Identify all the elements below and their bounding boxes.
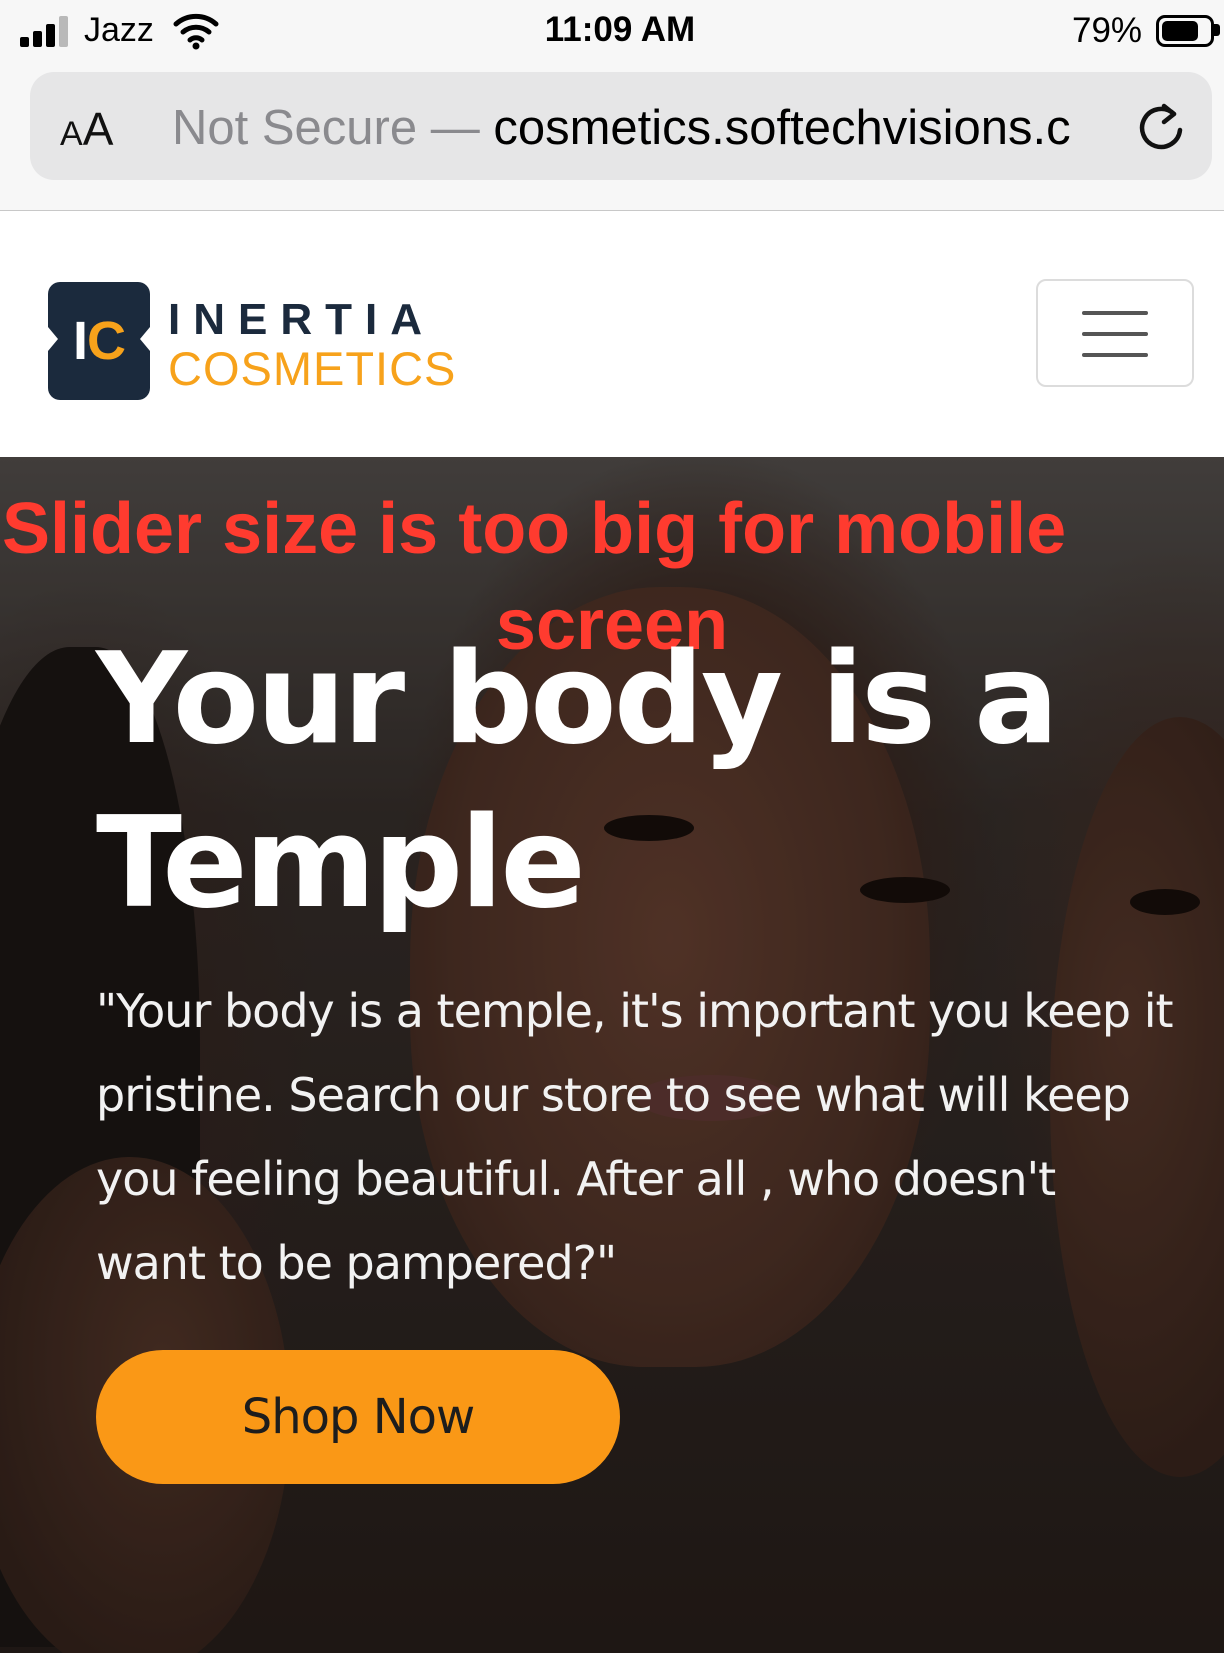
logo-mark[interactable]: IC <box>48 282 150 400</box>
hero-slider: Slider size is too big for mobile screen… <box>0 457 1224 1653</box>
url-text: cosmetics.softechvisions.c <box>479 101 1071 155</box>
url-display[interactable]: Not Secure — cosmetics.softechvisions.c <box>172 100 1140 156</box>
battery-percentage: 79% <box>1072 11 1143 50</box>
site-header: IC INERTIA COSMETICS <box>0 211 1224 457</box>
hero-description: "Your body is a temple, it's important y… <box>96 984 1174 1290</box>
brand-name-line1[interactable]: INERTIA <box>168 295 435 345</box>
shop-now-button[interactable]: Shop Now <box>96 1350 620 1484</box>
brand-name-line2[interactable]: COSMETICS <box>168 341 456 396</box>
battery-nub <box>1214 24 1220 36</box>
battery-icon <box>1156 15 1214 47</box>
address-bar[interactable]: AA Not Secure — cosmetics.softechvisions… <box>30 72 1212 180</box>
clock: 11:09 AM <box>544 10 696 49</box>
hamburger-menu-button[interactable] <box>1036 279 1194 387</box>
reader-text-size-button[interactable]: AA <box>60 102 113 156</box>
browser-toolbar: AA Not Secure — cosmetics.softechvisions… <box>0 64 1224 211</box>
menu-bar-icon <box>1082 311 1148 315</box>
not-secure-label: Not Secure — <box>172 101 480 155</box>
hero-title: Your body is a Temple <box>96 625 1059 936</box>
status-bar: Jazz 11:09 AM 79% <box>0 0 1224 64</box>
reload-icon[interactable] <box>1134 100 1190 156</box>
